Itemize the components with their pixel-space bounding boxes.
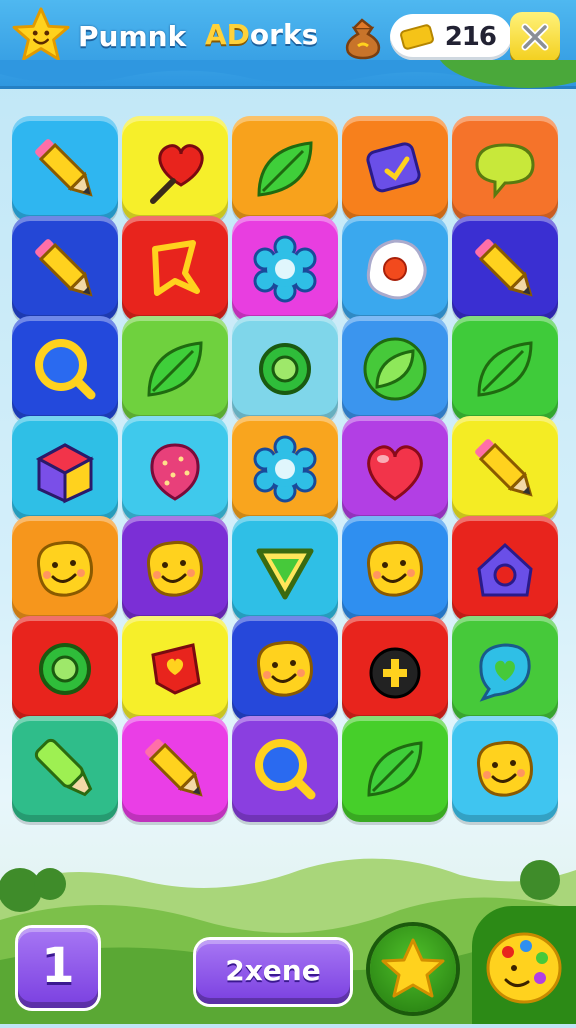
smiley-blob-icon	[476, 740, 533, 797]
tile-strawberry[interactable]	[122, 416, 228, 522]
tile-pencil[interactable]	[122, 716, 228, 822]
tile-bomb[interactable]	[342, 616, 448, 722]
tile-shield-outline[interactable]	[122, 216, 228, 322]
tile-house-ring[interactable]	[452, 516, 558, 622]
tile-leaf-circle[interactable]	[342, 316, 448, 422]
heart-bubble-icon	[479, 643, 531, 702]
tile-leaf[interactable]	[232, 116, 338, 222]
tile-magnifier[interactable]	[232, 716, 338, 822]
triangle-outline-icon	[256, 548, 314, 600]
tile-pencil[interactable]	[12, 216, 118, 322]
smiley-blob-icon	[146, 540, 203, 597]
currency-value: 216	[444, 22, 497, 52]
speech-bubble-icon	[475, 143, 535, 200]
pencil-icon	[145, 739, 203, 797]
close-button[interactable]	[510, 12, 560, 62]
game-title: Pumnk	[78, 20, 187, 53]
flower-ring-icon	[253, 235, 317, 303]
tile-pencil[interactable]	[452, 416, 558, 522]
leaf-icon	[147, 341, 203, 397]
tile-flower-ring[interactable]	[232, 416, 338, 522]
ad-badge: AD	[205, 18, 250, 51]
leaf-icon	[367, 741, 423, 797]
house-ring-icon	[477, 542, 533, 597]
heart-lollipop-icon	[150, 144, 204, 204]
ring-icon	[259, 343, 311, 395]
tile-heart[interactable]	[342, 416, 448, 522]
mode-label: 2xene	[225, 954, 321, 987]
tile-smiley-blob[interactable]	[12, 516, 118, 622]
strawberry-icon	[150, 443, 200, 501]
money-bag-icon[interactable]	[340, 14, 386, 60]
tile-magnifier[interactable]	[12, 316, 118, 422]
tile-tag-check[interactable]	[342, 116, 448, 222]
ring-icon	[39, 643, 91, 695]
tile-smiley-blob[interactable]	[452, 716, 558, 822]
heart-icon	[367, 445, 423, 501]
leaf-icon	[257, 141, 313, 197]
mode-button[interactable]: 2xene	[196, 940, 350, 1004]
leaf-icon	[477, 341, 533, 397]
marker-icon	[34, 738, 93, 797]
pencil-icon	[35, 239, 93, 297]
tile-heart-bubble[interactable]	[452, 616, 558, 722]
pencil-icon	[475, 439, 533, 497]
tile-marker[interactable]	[12, 716, 118, 822]
flag-heart-icon	[151, 643, 201, 695]
tile-flower-ring[interactable]	[232, 216, 338, 322]
fried-egg-icon	[366, 239, 427, 300]
tile-pencil[interactable]	[452, 216, 558, 322]
smiley-blob-icon	[36, 540, 93, 597]
tile-heart-lollipop[interactable]	[122, 116, 228, 222]
tile-smiley-blob[interactable]	[122, 516, 228, 622]
tile-triangle-outline[interactable]	[232, 516, 338, 622]
palette-button[interactable]	[472, 906, 576, 1024]
tag-check-icon	[366, 142, 421, 193]
close-icon	[521, 23, 549, 51]
tile-leaf[interactable]	[452, 316, 558, 422]
smiley-blob-icon	[256, 640, 313, 697]
tile-speech-bubble[interactable]	[452, 116, 558, 222]
star-icon	[381, 938, 445, 998]
tile-fried-egg[interactable]	[342, 216, 448, 322]
tile-ring[interactable]	[232, 316, 338, 422]
tile-leaf[interactable]	[342, 716, 448, 822]
ticket-icon	[400, 24, 434, 50]
secondary-title: AD orks	[205, 18, 318, 51]
smiley-blob-icon	[366, 540, 423, 597]
tile-leaf[interactable]	[122, 316, 228, 422]
level-number: 1	[41, 938, 75, 994]
shield-outline-icon	[152, 240, 200, 296]
palette-face-icon	[486, 932, 562, 1004]
cube-icon	[35, 443, 95, 504]
magnifier-icon	[35, 339, 96, 400]
header-wave	[0, 60, 576, 88]
tile-cube[interactable]	[12, 416, 118, 522]
leaf-circle-icon	[363, 337, 427, 401]
star-face-icon[interactable]	[12, 6, 70, 64]
bomb-icon	[369, 647, 421, 699]
pencil-icon	[475, 239, 533, 297]
currency-counter: 216	[390, 14, 512, 60]
secondary-title-text: orks	[249, 18, 319, 51]
tile-smiley-blob[interactable]	[232, 616, 338, 722]
tile-ring[interactable]	[12, 616, 118, 722]
star-button[interactable]	[370, 926, 456, 1012]
magnifier-icon	[255, 739, 316, 800]
flower-ring-icon	[253, 435, 317, 503]
tile-pencil[interactable]	[12, 116, 118, 222]
tile-flag-heart[interactable]	[122, 616, 228, 722]
level-button[interactable]: 1	[18, 928, 98, 1008]
tile-smiley-blob[interactable]	[342, 516, 448, 622]
pencil-icon	[35, 139, 93, 197]
